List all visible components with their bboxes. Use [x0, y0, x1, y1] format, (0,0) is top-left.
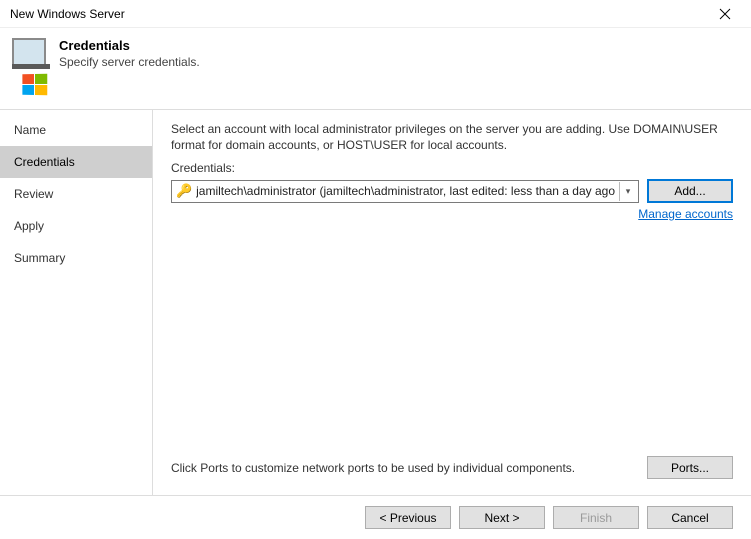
manage-accounts-row: Manage accounts — [171, 207, 733, 221]
close-button[interactable] — [707, 2, 743, 26]
window-title: New Windows Server — [10, 7, 125, 21]
ports-row: Click Ports to customize network ports t… — [171, 448, 733, 487]
server-icon — [12, 38, 46, 66]
credentials-label: Credentials: — [171, 161, 733, 175]
header-subtitle: Specify server credentials. — [59, 55, 200, 69]
sidebar-step-summary[interactable]: Summary — [0, 242, 152, 274]
credentials-row: 🔑 jamiltech\administrator (jamiltech\adm… — [171, 179, 733, 203]
credentials-selected-text: jamiltech\administrator (jamiltech\admin… — [196, 184, 615, 198]
next-button[interactable]: Next > — [459, 506, 545, 529]
credentials-dropdown[interactable]: 🔑 jamiltech\administrator (jamiltech\adm… — [171, 180, 639, 203]
description-text: Select an account with local administrat… — [171, 122, 733, 153]
cancel-button[interactable]: Cancel — [647, 506, 733, 529]
wizard-body: Name Credentials Review Apply Summary Se… — [0, 109, 751, 495]
content-panel: Select an account with local administrat… — [153, 110, 751, 495]
previous-button[interactable]: < Previous — [365, 506, 451, 529]
chevron-down-icon: ▾ — [619, 182, 636, 201]
content-spacer — [171, 221, 733, 448]
sidebar-step-apply[interactable]: Apply — [0, 210, 152, 242]
step-sidebar: Name Credentials Review Apply Summary — [0, 110, 153, 495]
finish-button: Finish — [553, 506, 639, 529]
ports-button[interactable]: Ports... — [647, 456, 733, 479]
wizard-header: Credentials Specify server credentials. — [0, 28, 751, 109]
header-title: Credentials — [59, 38, 200, 53]
sidebar-step-name[interactable]: Name — [0, 114, 152, 146]
header-icon-group — [12, 38, 47, 95]
sidebar-step-credentials[interactable]: Credentials — [0, 146, 152, 178]
windows-logo-icon — [22, 74, 47, 96]
manage-accounts-link[interactable]: Manage accounts — [638, 207, 733, 221]
key-icon: 🔑 — [176, 183, 192, 199]
sidebar-step-review[interactable]: Review — [0, 178, 152, 210]
ports-description: Click Ports to customize network ports t… — [171, 461, 575, 475]
title-bar: New Windows Server — [0, 0, 751, 28]
wizard-footer: < Previous Next > Finish Cancel — [0, 495, 751, 539]
close-icon — [719, 8, 731, 20]
header-text: Credentials Specify server credentials. — [59, 38, 200, 69]
add-button[interactable]: Add... — [647, 179, 733, 203]
